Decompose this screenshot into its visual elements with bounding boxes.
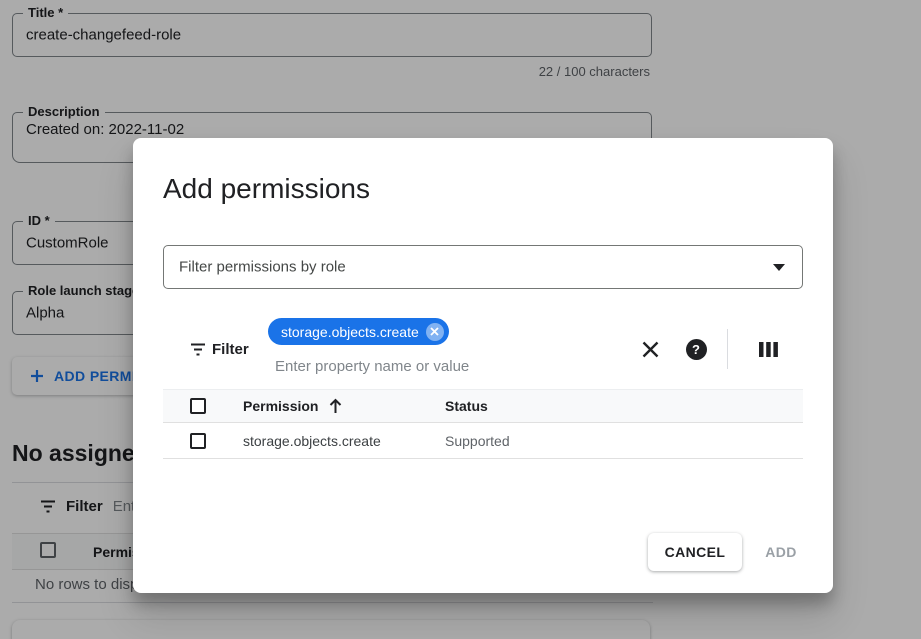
permission-cell: storage.objects.create xyxy=(243,433,381,449)
toolbar-divider xyxy=(727,329,728,369)
select-all-checkbox[interactable] xyxy=(190,398,206,414)
row-checkbox[interactable] xyxy=(190,433,206,449)
permissions-table-header: Permission Status xyxy=(163,389,803,423)
chip-remove-icon[interactable] xyxy=(426,323,444,341)
filter-chip[interactable]: storage.objects.create xyxy=(268,318,449,345)
cancel-button[interactable]: CANCEL xyxy=(648,533,742,571)
filter-input[interactable]: Enter property name or value xyxy=(275,358,469,375)
chevron-down-icon xyxy=(773,264,785,271)
help-icon: ? xyxy=(686,339,707,360)
screen: Title * create-changefeed-role 22 / 100 … xyxy=(0,0,921,639)
columns-icon xyxy=(759,342,778,357)
add-permissions-dialog: Add permissions Filter permissions by ro… xyxy=(133,138,833,593)
filter-by-role-placeholder: Filter permissions by role xyxy=(179,259,346,276)
table-row[interactable]: storage.objects.create Supported xyxy=(163,423,803,459)
status-cell: Supported xyxy=(445,433,510,449)
column-options-button[interactable] xyxy=(751,337,785,361)
dialog-title: Add permissions xyxy=(163,171,370,207)
filter-by-role-dropdown[interactable]: Filter permissions by role xyxy=(163,245,803,289)
add-button[interactable]: ADD xyxy=(753,533,809,571)
clear-filters-button[interactable] xyxy=(632,335,668,363)
filter-funnel-icon xyxy=(190,343,206,356)
filter-chip-label: storage.objects.create xyxy=(281,324,419,340)
filter-label: Filter xyxy=(212,341,249,358)
status-column-header[interactable]: Status xyxy=(445,398,488,414)
help-button[interactable]: ? xyxy=(678,337,714,361)
sort-ascending-icon[interactable] xyxy=(328,398,343,414)
close-icon xyxy=(641,340,660,359)
permissions-filter-toolbar: Filter storage.objects.create Enter prop… xyxy=(163,310,803,389)
permission-column-header[interactable]: Permission xyxy=(243,398,318,414)
